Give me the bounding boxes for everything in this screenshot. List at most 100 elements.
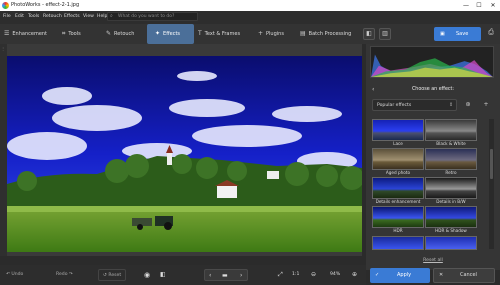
menu-tools[interactable]: Tools — [28, 14, 39, 19]
reset-all-link[interactable]: Reset all — [366, 258, 500, 263]
scrollbar-thumb[interactable] — [490, 149, 493, 179]
app-logo-icon — [2, 2, 9, 9]
apply-label: Apply — [397, 272, 412, 278]
choose-effect-title: Choose an effect: — [411, 87, 455, 92]
zoom-level: 94% — [330, 272, 341, 277]
compare-icon[interactable]: ◧ — [363, 28, 375, 40]
preview-eye-icon[interactable]: ◉ — [144, 265, 150, 285]
effect-label: Lace — [393, 141, 403, 146]
effect-thumb-lace[interactable] — [372, 119, 424, 141]
folder-icon[interactable]: ▬ — [222, 270, 228, 282]
text-icon: T — [198, 30, 202, 37]
search-input[interactable]: ⌕ What do you want to do? — [107, 12, 198, 21]
dropdown-arrows-icon: ⇕ — [449, 102, 454, 108]
tab-enhancement-label: Enhancement — [12, 31, 48, 37]
layout-icon[interactable]: ▥ — [379, 28, 391, 40]
effect-thumb[interactable] — [372, 236, 424, 250]
reset-button[interactable]: ↺ Reset — [98, 269, 127, 281]
tab-text-frames[interactable]: T Text & Frames — [198, 24, 246, 44]
effect-label: Black & White — [436, 141, 466, 146]
cancel-label: Cancel — [460, 272, 477, 278]
effect-label: Retro — [445, 170, 457, 175]
redo-icon: ↷ — [69, 272, 73, 277]
search-placeholder: What do you want to do? — [118, 14, 175, 19]
batch-icon: ▤ — [300, 30, 306, 37]
redo-button[interactable]: Redo ↷ — [56, 265, 73, 285]
tab-retouch[interactable]: ✎ Retouch — [106, 24, 142, 44]
effect-thumb-hdr[interactable] — [372, 206, 424, 228]
zoom-out-icon[interactable]: ⊖ — [311, 265, 316, 285]
reset-label: Reset — [108, 273, 122, 278]
histogram — [370, 46, 494, 78]
menu-help[interactable]: Help — [97, 14, 107, 19]
next-image-icon[interactable]: › — [240, 270, 242, 282]
previous-image-icon[interactable]: ‹ — [209, 270, 211, 282]
tab-plugins[interactable]: + Plugins — [258, 24, 292, 44]
menu-edit[interactable]: Edit — [15, 14, 24, 19]
menu-retouch[interactable]: Retouch — [43, 14, 62, 19]
undo-icon: ↶ — [6, 272, 10, 277]
file-navigator: ‹ ▬ › — [204, 269, 248, 281]
tab-retouch-label: Retouch — [114, 31, 135, 37]
apply-button[interactable]: ✓ Apply — [370, 268, 430, 283]
menu-file[interactable]: File — [3, 14, 11, 19]
redo-label: Redo — [56, 272, 68, 277]
menu-bar: File Edit Tools Retouch Effects View Hel… — [0, 11, 500, 24]
zoom-in-icon[interactable]: ⊕ — [352, 265, 357, 285]
minimize-button[interactable]: — — [461, 1, 471, 10]
tab-enhancement[interactable]: ☰ Enhancement — [4, 24, 54, 44]
menu-effects[interactable]: Effects — [64, 14, 80, 19]
maximize-button[interactable]: ☐ — [474, 1, 484, 10]
tab-batch-processing-label: Batch Processing — [308, 31, 352, 37]
effect-thumb[interactable] — [425, 236, 477, 250]
undo-button[interactable]: ↶ Undo — [6, 265, 23, 285]
left-rail: ⋮ — [0, 44, 7, 256]
plus-icon: + — [258, 30, 264, 37]
close-icon: ✕ — [439, 272, 444, 278]
bottom-bar: ↶ Undo Redo ↷ ↺ Reset ◉ ◧ ‹ ▬ › ⤢ 1:1 ⊖ … — [0, 265, 366, 285]
effect-thumb-details-bw[interactable] — [425, 177, 477, 199]
effect-thumb-details-enhancement[interactable] — [372, 177, 424, 199]
tab-tools-label: Tools — [68, 31, 81, 37]
tab-batch-processing[interactable]: ▤ Batch Processing — [300, 24, 358, 44]
effect-category-dropdown[interactable]: Popular effects ⇕ — [372, 99, 457, 111]
grip-icon: ⋮ — [1, 46, 5, 51]
main-toolbar: ☰ Enhancement ⌗ Tools ✎ Retouch ✦ Effects TT… — [0, 24, 362, 44]
save-label: Save — [456, 31, 469, 37]
add-effect-icon[interactable]: + — [481, 100, 491, 110]
effect-label: Aged photo — [385, 170, 411, 175]
photo-preview[interactable] — [7, 56, 362, 252]
title-bar: PhotoWorks - effect-2-1.jpg — ☐ ✕ — [0, 0, 500, 11]
save-icon: ▣ — [440, 31, 445, 37]
zoom-ratio-button[interactable]: 1:1 — [292, 265, 299, 285]
tab-tools[interactable]: ⌗ Tools — [62, 24, 92, 44]
tab-text-frames-label: Text & Frames — [204, 31, 241, 37]
reset-icon: ↺ — [103, 273, 107, 278]
print-icon[interactable]: ⎙ — [486, 28, 496, 40]
brush-icon: ✎ — [106, 30, 112, 37]
tab-effects-label: Effects — [163, 31, 181, 37]
tab-plugins-label: Plugins — [266, 31, 284, 37]
fit-screen-icon[interactable]: ⤢ — [278, 265, 283, 285]
check-icon: ✓ — [375, 272, 380, 278]
effects-scrollbar[interactable] — [489, 119, 494, 249]
effect-label: Details in B/W — [436, 199, 466, 204]
compare-split-icon[interactable]: ◧ — [160, 265, 166, 285]
effect-thumb-aged-photo[interactable] — [372, 148, 424, 170]
choose-effect-header: ‹ Choose an effect: — [366, 85, 500, 96]
effect-thumb-retro[interactable] — [425, 148, 477, 170]
close-window-button[interactable]: ✕ — [488, 1, 498, 10]
crop-icon: ⌗ — [62, 30, 66, 37]
search-icon: ⌕ — [110, 13, 113, 19]
tab-effects[interactable]: ✦ Effects — [147, 24, 194, 44]
save-button[interactable]: ▣ Save — [434, 27, 481, 41]
effect-label: HDR — [393, 228, 403, 233]
menu-view[interactable]: View — [83, 14, 94, 19]
effect-thumb-black-white[interactable] — [425, 119, 477, 141]
sliders-icon: ☰ — [4, 30, 10, 37]
cancel-button[interactable]: ✕ Cancel — [433, 268, 495, 283]
effect-label: HDR & Shadow — [435, 228, 467, 233]
window-title: PhotoWorks - effect-2-1.jpg — [11, 2, 80, 8]
effect-thumb-hdr-shadow[interactable] — [425, 206, 477, 228]
favorite-icon[interactable]: ⊛ — [463, 100, 473, 110]
